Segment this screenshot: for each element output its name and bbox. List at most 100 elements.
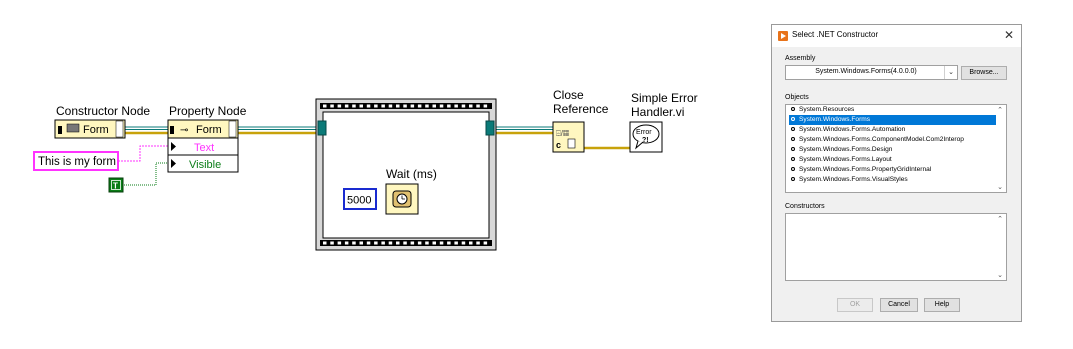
- film-hole: [439, 241, 444, 245]
- film-hole: [461, 104, 466, 108]
- assembly-dropdown[interactable]: System.Windows.Forms(4.0.0.0) ⌄: [785, 65, 958, 80]
- film-hole: [403, 241, 407, 245]
- film-hole: [483, 241, 488, 245]
- object-name: System.Windows.Forms.Layout: [799, 156, 892, 163]
- bullet-icon: [791, 117, 795, 122]
- key-icon: ⊸: [180, 125, 188, 136]
- list-item[interactable]: System.Windows.Forms.PropertyGridInterna…: [789, 165, 996, 175]
- scroll-up-icon[interactable]: ⌃: [997, 106, 1003, 114]
- dialog-title: Select .NET Constructor: [792, 30, 879, 39]
- film-hole: [483, 104, 488, 108]
- film-hole: [469, 104, 473, 108]
- bullet-icon: [791, 127, 795, 132]
- film-hole: [447, 104, 451, 108]
- assembly-value: System.Windows.Forms(4.0.0.0): [815, 68, 917, 75]
- labview-app-icon: [778, 31, 788, 41]
- tunnel-left[interactable]: [317, 120, 327, 136]
- help-button[interactable]: Help: [924, 298, 960, 312]
- simple-error-handler-node[interactable]: Error ?!: [629, 121, 663, 153]
- list-item[interactable]: System.Windows.Forms.Layout: [789, 155, 996, 165]
- film-hole: [352, 241, 356, 245]
- object-name: System.Windows.Forms.PropertyGridInterna…: [799, 166, 932, 173]
- block-diagram: Form ⊸ Form Text Visible This is my form…: [33, 98, 663, 251]
- object-name: System.Windows.Forms.ComponentModel.Com2…: [799, 136, 964, 143]
- film-hole: [410, 104, 415, 108]
- string-wire[interactable]: [118, 145, 168, 162]
- objects-label: Objects: [785, 94, 809, 101]
- film-hole: [476, 104, 480, 108]
- film-hole: [439, 104, 444, 108]
- property-visible[interactable]: Visible: [189, 159, 221, 171]
- film-hole: [330, 241, 334, 245]
- film-hole: [410, 241, 415, 245]
- dialog-titlebar[interactable]: Select .NET Constructor ✕: [772, 25, 1021, 47]
- string-constant-text: This is my form: [38, 156, 116, 168]
- cancel-button[interactable]: Cancel: [880, 298, 918, 312]
- error-icon-text: Error: [636, 129, 652, 136]
- film-hole: [344, 104, 349, 108]
- object-name: System.Windows.Forms.Automation: [799, 126, 906, 133]
- list-item[interactable]: System.Windows.Forms.Design: [789, 145, 996, 155]
- film-hole: [330, 104, 334, 108]
- close-reference-label-line1: Close: [553, 88, 584, 102]
- film-hole: [425, 104, 429, 108]
- bullet-icon: [791, 167, 795, 172]
- close-icon[interactable]: ✕: [1002, 28, 1016, 42]
- ok-button[interactable]: OK: [837, 298, 873, 312]
- constructors-list[interactable]: ⌃ ⌄: [785, 213, 1007, 281]
- scroll-down-icon[interactable]: ⌄: [997, 183, 1003, 191]
- list-item-selected[interactable]: System.Windows.Forms: [789, 115, 996, 125]
- film-hole: [359, 104, 363, 108]
- list-item[interactable]: System.Windows.Forms.Automation: [789, 125, 996, 135]
- film-hole: [352, 104, 356, 108]
- film-hole: [469, 241, 473, 245]
- bullet-icon: [791, 147, 795, 152]
- film-hole: [432, 104, 436, 108]
- tunnel-right[interactable]: [485, 120, 495, 136]
- film-hole: [381, 104, 385, 108]
- error-handler-label-line1: Simple Error: [631, 91, 698, 105]
- film-hole: [425, 241, 429, 245]
- film-hole: [403, 104, 407, 108]
- close-reference-node[interactable]: ⌹/▦ c: [552, 121, 585, 153]
- browse-button[interactable]: Browse...: [961, 66, 1007, 80]
- object-name: System.Windows.Forms: [799, 116, 871, 123]
- constructor-node-label: Constructor Node: [56, 104, 151, 118]
- property-text[interactable]: Text: [194, 142, 214, 154]
- film-hole: [396, 241, 400, 245]
- objects-list[interactable]: System.Resources System.Windows.Forms Sy…: [785, 104, 1007, 193]
- list-item[interactable]: System.Windows.Forms.ComponentModel.Com2…: [789, 135, 996, 145]
- film-hole: [417, 104, 422, 108]
- film-hole: [366, 104, 371, 108]
- list-item[interactable]: System.Resources: [789, 105, 996, 115]
- film-hole: [359, 241, 363, 245]
- close-reference-label-line2: Reference: [553, 102, 609, 116]
- svg-text:?!: ?!: [642, 137, 649, 144]
- film-hole: [337, 241, 342, 245]
- film-hole: [447, 241, 451, 245]
- chevron-down-icon[interactable]: ⌄: [944, 66, 957, 79]
- film-hole: [344, 241, 349, 245]
- film-hole: [374, 104, 378, 108]
- object-name: System.Resources: [799, 106, 855, 113]
- list-item[interactable]: System.Windows.Forms.VisualStyles: [789, 175, 996, 185]
- boolean-wire[interactable]: [124, 162, 168, 186]
- film-hole: [417, 241, 422, 245]
- property-class-label: Form: [196, 124, 222, 136]
- error-handler-label-line2: Handler.vi: [631, 105, 685, 119]
- object-name: System.Windows.Forms.Design: [799, 146, 893, 153]
- film-hole: [388, 104, 393, 108]
- film-hole: [461, 241, 466, 245]
- film-hole: [388, 241, 393, 245]
- wait-function[interactable]: [385, 183, 419, 215]
- bullet-icon: [791, 157, 795, 162]
- object-name: System.Windows.Forms.VisualStyles: [799, 176, 908, 183]
- assembly-label: Assembly: [785, 55, 816, 62]
- film-hole: [432, 241, 436, 245]
- scroll-up-icon[interactable]: ⌃: [997, 215, 1003, 223]
- bullet-icon: [791, 137, 795, 142]
- film-hole: [454, 241, 458, 245]
- scroll-down-icon[interactable]: ⌄: [997, 271, 1003, 279]
- film-hole: [396, 104, 400, 108]
- boolean-constant-text: T: [113, 182, 118, 191]
